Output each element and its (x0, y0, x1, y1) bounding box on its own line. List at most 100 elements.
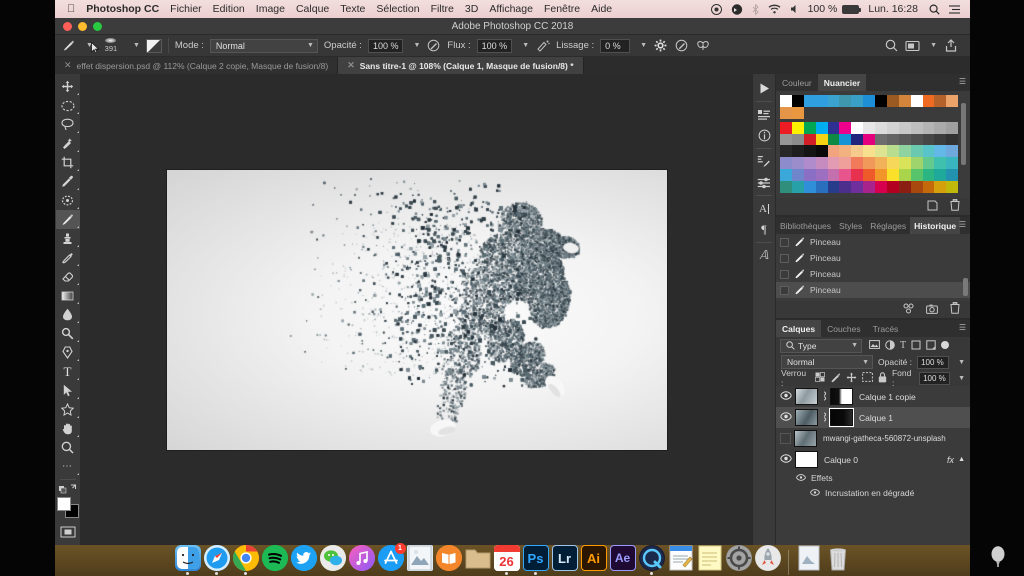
swatch[interactable] (827, 133, 840, 146)
swatch[interactable] (922, 169, 935, 182)
filter-pixel-icon[interactable] (869, 340, 880, 351)
new-snapshot-icon[interactable] (926, 301, 938, 319)
swatch[interactable] (946, 121, 959, 134)
dock-item-finder[interactable] (174, 545, 201, 571)
layer-filter-type-select[interactable]: Type ▼ (780, 338, 862, 353)
lock-transparency-icon[interactable] (815, 372, 825, 384)
swatch[interactable] (886, 157, 899, 170)
swatch[interactable] (863, 133, 875, 146)
swatch[interactable] (898, 169, 911, 182)
swatch[interactable] (898, 157, 911, 170)
history-state-list[interactable]: Pinceau Pinceau Pinceau Pinceau (776, 234, 970, 301)
recent-swatch[interactable] (791, 106, 804, 119)
swatch[interactable] (851, 121, 864, 134)
document-view[interactable] (81, 74, 752, 546)
layer-mask-link-icon[interactable] (821, 412, 827, 424)
swatch[interactable] (910, 133, 923, 146)
dock-item-wechat[interactable] (319, 545, 346, 571)
lock-position-icon[interactable] (846, 372, 857, 385)
swatch[interactable] (791, 121, 804, 134)
layer-name[interactable]: mwangi-gatheca-560872-unsplash (823, 434, 946, 443)
dodge-tool[interactable] (56, 324, 80, 343)
hand-tool[interactable] (56, 419, 80, 438)
notification-center-icon[interactable] (949, 4, 960, 14)
record-icon[interactable] (710, 3, 722, 15)
character-panel-icon[interactable]: A (753, 198, 775, 219)
history-source-checkbox[interactable] (780, 253, 789, 263)
swatch[interactable] (886, 169, 899, 182)
swatch[interactable] (815, 181, 828, 193)
dock-item-twitter[interactable] (290, 545, 317, 571)
swatch[interactable] (803, 145, 816, 158)
history-source-checkbox[interactable] (780, 269, 789, 279)
swatch[interactable] (863, 181, 875, 193)
layer-name[interactable]: Calque 1 copie (859, 392, 916, 402)
swatch[interactable] (839, 145, 852, 158)
swatch[interactable] (827, 145, 840, 158)
layer-effect-item[interactable]: Incrustation en dégradé (776, 485, 970, 500)
dock-item-trash[interactable] (825, 545, 851, 571)
recent-swatch[interactable] (886, 95, 899, 107)
swatch[interactable] (803, 133, 816, 146)
history-state-item[interactable]: Pinceau (776, 250, 970, 266)
brush-tool-icon[interactable] (61, 38, 76, 53)
menu-texte[interactable]: Texte (340, 3, 365, 15)
swatch[interactable] (946, 145, 959, 158)
foreground-color-swatch[interactable] (56, 497, 71, 511)
swatch[interactable] (803, 157, 816, 170)
swatch[interactable] (922, 133, 935, 146)
dock-item-preview[interactable] (406, 545, 433, 571)
recent-swatch[interactable] (851, 95, 864, 107)
blur-tool[interactable] (56, 305, 80, 324)
share-icon[interactable] (943, 38, 958, 53)
swatch[interactable] (910, 169, 923, 182)
tab-bibliotheques[interactable]: Bibliothèques (776, 217, 835, 234)
clone-stamp-tool[interactable] (56, 229, 80, 248)
recent-swatch[interactable] (898, 95, 911, 107)
eye-icon[interactable] (776, 488, 820, 498)
lock-image-icon[interactable] (830, 372, 841, 385)
new-document-from-state-icon[interactable] (903, 301, 914, 319)
swatch[interactable] (946, 181, 959, 193)
swatch[interactable] (791, 169, 804, 182)
swatch[interactable] (886, 181, 899, 193)
recent-swatch[interactable] (910, 95, 923, 107)
swatch[interactable] (946, 133, 959, 146)
swatch[interactable] (863, 145, 875, 158)
layer-mask-thumbnail[interactable] (829, 408, 854, 427)
dock-item-stickies[interactable] (697, 545, 723, 571)
layer-name[interactable]: Calque 0 (824, 455, 858, 465)
swatch[interactable] (875, 157, 887, 170)
layer-visibility-eye-icon[interactable] (779, 412, 792, 423)
dock-item-folder[interactable] (465, 545, 491, 571)
swatch[interactable] (922, 145, 935, 158)
swatches-scrollbar[interactable] (961, 103, 966, 165)
swatch[interactable] (875, 121, 887, 134)
layer-blend-mode-select[interactable]: Normal ▼ (781, 355, 874, 369)
recent-swatch[interactable] (863, 95, 875, 107)
close-icon[interactable]: ✕ (347, 60, 355, 71)
filter-smart-object-icon[interactable] (926, 339, 936, 352)
symmetry-butterfly-icon[interactable] (695, 38, 710, 53)
swatch[interactable] (886, 133, 899, 146)
artboard[interactable] (166, 170, 667, 450)
swatch[interactable] (839, 157, 852, 170)
swatch[interactable] (780, 121, 792, 134)
swatch[interactable] (875, 169, 887, 182)
info-icon[interactable] (753, 125, 775, 146)
battery-icon[interactable] (842, 4, 862, 14)
recent-swatch[interactable] (791, 95, 804, 107)
swatch[interactable] (791, 145, 804, 158)
swatch[interactable] (780, 145, 792, 158)
layer-list[interactable]: Calque 1 copie Calque 1 mwangi-gatheca-560… (776, 386, 970, 545)
panel-menu-icon[interactable]: ☰ (959, 78, 966, 86)
type-tool[interactable]: T (56, 362, 80, 381)
volume-icon[interactable] (790, 4, 799, 14)
recent-swatch[interactable] (815, 95, 828, 107)
bluetooth-icon[interactable] (752, 3, 759, 15)
tab-reglages[interactable]: Réglages (866, 217, 910, 234)
filter-shape-icon[interactable] (911, 340, 921, 352)
swatch[interactable] (875, 181, 887, 193)
document-tab-effet-dispersion[interactable]: ✕ effet dispersion.psd @ 112% (Calque 2 … (55, 57, 339, 74)
history-source-checkbox[interactable] (780, 237, 789, 247)
